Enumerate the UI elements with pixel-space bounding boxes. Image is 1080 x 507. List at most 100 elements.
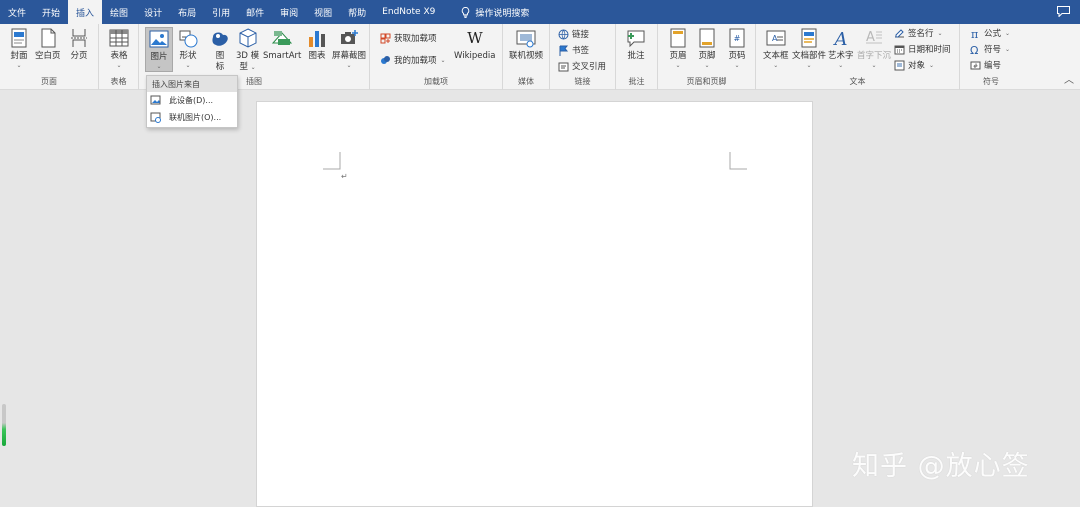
tab-insert[interactable]: 插入	[68, 0, 103, 24]
tab-review[interactable]: 审阅	[272, 0, 306, 24]
chevron-down-icon: ⌄	[185, 62, 191, 69]
footer-button[interactable]: 页脚 ⌄	[696, 27, 718, 70]
comments-icon[interactable]	[1057, 6, 1070, 17]
group-text: A 文本框 ⌄ 文档部件 ⌄ A 艺术字 ⌄ A 首字下沉 ⌄ 签名行 ⌄ 日期…	[756, 24, 960, 90]
number-button[interactable]: # 编号	[970, 59, 1001, 71]
tab-draw[interactable]: 绘图	[102, 0, 136, 24]
margin-corner-top-left	[323, 152, 341, 170]
group-label-tables: 表格	[110, 77, 127, 86]
video-icon	[516, 30, 536, 48]
bookmark-icon	[559, 45, 569, 56]
my-addins-button[interactable]: 我的加载项 ⌄	[380, 54, 446, 66]
calendar-icon	[894, 45, 905, 54]
smartart-button[interactable]: SmartArt	[263, 27, 301, 62]
header-button[interactable]: 页眉 ⌄	[667, 27, 689, 70]
object-button[interactable]: 对象 ⌄	[894, 59, 934, 71]
comment-icon	[627, 30, 645, 48]
search-label: 操作说明搜索	[475, 8, 530, 19]
group-media: 联机视频 媒体	[503, 24, 550, 90]
tab-help[interactable]: 帮助	[340, 0, 374, 24]
footer-label: 页脚	[698, 51, 716, 61]
online-pictures-menu-item[interactable]: 联机图片(O)...	[147, 109, 237, 126]
object-label: 对象	[908, 61, 926, 71]
quick-parts-button[interactable]: 文档部件 ⌄	[792, 27, 826, 70]
page-number-button[interactable]: # 页码 ⌄	[726, 27, 748, 70]
number-icon: #	[970, 61, 981, 70]
svg-text:π: π	[971, 28, 978, 39]
group-label-addins: 加载项	[424, 77, 448, 86]
number-label: 编号	[984, 61, 1002, 71]
bookmark-label: 书签	[572, 46, 590, 56]
blank-page-button[interactable]: 空白页	[35, 27, 61, 62]
chevron-down-icon: ⌄	[1005, 29, 1011, 37]
tab-home[interactable]: 开始	[34, 0, 68, 24]
object-icon	[894, 60, 905, 70]
blank-page-label: 空白页	[35, 51, 61, 61]
camera-icon	[341, 30, 358, 44]
new-comment-button[interactable]: 批注	[625, 27, 647, 62]
chevron-down-icon: ⌄	[838, 62, 844, 69]
page-number-label: 页码	[728, 51, 746, 61]
chevron-down-icon: ⌄	[773, 62, 779, 69]
document-page[interactable]: ↵	[256, 101, 813, 507]
chart-button[interactable]: 图表	[306, 27, 328, 62]
online-video-button[interactable]: 联机视频	[509, 27, 543, 62]
quick-parts-label: 文档部件	[792, 51, 827, 61]
tab-file[interactable]: 文件	[0, 0, 34, 24]
shapes-button[interactable]: 形状 ⌄	[177, 27, 199, 70]
header-icon	[670, 28, 686, 48]
page-break-icon	[71, 29, 87, 47]
tab-view[interactable]: 视图	[306, 0, 340, 24]
group-label-pages: 页面	[41, 77, 57, 86]
group-label-header-footer: 页眉和页脚	[686, 77, 727, 86]
wordart-button[interactable]: A 艺术字 ⌄	[828, 27, 854, 70]
tab-references[interactable]: 引用	[204, 0, 238, 24]
table-button[interactable]: 表格 ⌄	[108, 27, 130, 70]
online-picture-icon	[150, 112, 161, 123]
group-label-media: 媒体	[518, 77, 534, 86]
date-time-button[interactable]: 日期和时间	[894, 43, 951, 55]
cover-page-button[interactable]: 封面 ⌄	[8, 27, 30, 70]
3d-models-label-2-text: 型	[239, 62, 248, 72]
tell-me-search[interactable]: 操作说明搜索	[443, 0, 537, 24]
tab-endnote[interactable]: EndNote X9	[374, 0, 443, 24]
bookmark-button[interactable]: 书签	[558, 44, 589, 56]
group-pages: 封面 ⌄ 空白页 分页 页面	[0, 24, 99, 90]
tab-layout[interactable]: 布局	[170, 0, 204, 24]
wikipedia-button[interactable]: W Wikipedia	[454, 27, 495, 62]
collapse-ribbon-icon[interactable]: ︿	[1064, 71, 1074, 86]
cross-reference-button[interactable]: 交叉引用	[558, 60, 606, 72]
drop-cap-button[interactable]: A 首字下沉 ⌄	[857, 27, 891, 70]
store-icon	[380, 33, 391, 43]
page-break-button[interactable]: 分页	[68, 27, 90, 62]
group-label-comments: 批注	[628, 77, 645, 86]
insert-picture-dropdown: 插入图片来自 此设备(D)... 联机图片(O)...	[146, 75, 238, 128]
chevron-down-icon: ⌄	[16, 62, 22, 69]
svg-text:W: W	[467, 29, 483, 47]
margin-corner-top-right	[729, 152, 747, 170]
pictures-button[interactable]: 图片 ⌄	[145, 27, 173, 72]
svg-text:A: A	[832, 29, 847, 49]
equation-button[interactable]: π 公式 ⌄	[970, 27, 1011, 40]
link-button[interactable]: 链接	[558, 28, 589, 40]
3d-models-button[interactable]: 3D 模 型 ⌄	[236, 27, 259, 73]
symbol-button[interactable]: Ω 符号 ⌄	[970, 43, 1010, 56]
page-number-icon: #	[729, 28, 745, 48]
group-label-links: 链接	[574, 77, 591, 86]
text-box-button[interactable]: A 文本框 ⌄	[763, 27, 789, 70]
tab-design[interactable]: 设计	[136, 0, 170, 24]
screenshot-button[interactable]: 屏幕截图 ⌄	[332, 27, 366, 70]
pi-icon: π	[971, 28, 978, 39]
signature-line-button[interactable]: 签名行 ⌄	[894, 27, 943, 39]
tab-mailings[interactable]: 邮件	[238, 0, 272, 24]
this-device-label: 此设备(D)...	[169, 96, 214, 105]
wordart-label: 艺术字	[828, 51, 854, 61]
this-device-menu-item[interactable]: 此设备(D)...	[147, 92, 237, 109]
dropdown-header: 插入图片来自	[147, 76, 237, 92]
icons-button[interactable]: 图 标	[209, 27, 231, 73]
signature-icon	[895, 28, 904, 37]
get-addins-button[interactable]: 获取加载项	[380, 32, 437, 44]
drop-cap-label: 首字下沉	[857, 51, 892, 61]
my-addins-label: 我的加载项	[394, 56, 437, 66]
pictures-label: 图片	[150, 52, 168, 62]
